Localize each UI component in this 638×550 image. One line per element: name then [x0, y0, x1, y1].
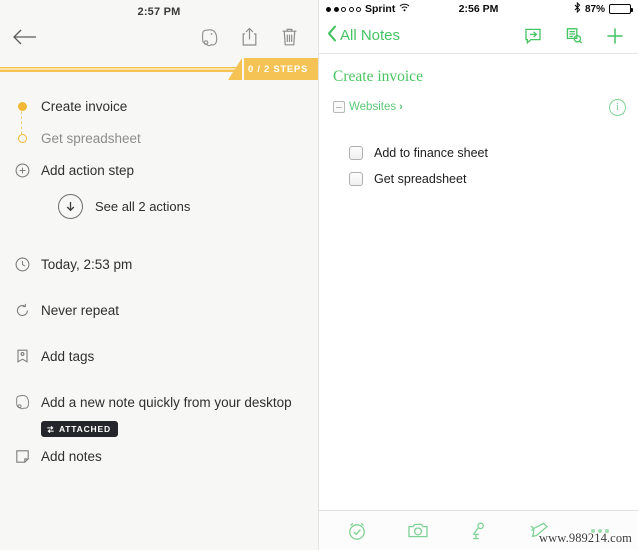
see-all-actions-button[interactable]: See all 2 actions — [0, 186, 318, 226]
checklist-item-label: Get spreadsheet — [374, 172, 467, 186]
steps-list: Create invoice Get spreadsheet Add actio… — [0, 80, 318, 186]
repeat-row[interactable]: Never repeat — [0, 294, 318, 326]
reminder-date-label: Today, 2:53 pm — [41, 256, 133, 272]
watermark: www.989214.com — [539, 531, 632, 545]
info-icon[interactable]: i — [609, 98, 626, 116]
camera-icon[interactable] — [405, 518, 431, 544]
step-row-create-invoice[interactable]: Create invoice — [0, 90, 318, 122]
chevron-right-icon[interactable]: › — [399, 101, 403, 113]
step-label: Create invoice — [41, 98, 128, 114]
evernote-elephant-icon — [12, 394, 32, 410]
back-to-all-notes-label: All Notes — [340, 27, 401, 44]
evernote-elephant-icon[interactable] — [198, 25, 220, 49]
add-notes-label: Add notes — [41, 448, 102, 464]
desktop-clock: 2:57 PM — [137, 6, 181, 18]
repeat-icon — [12, 303, 32, 318]
checklist-item-label: Add to finance sheet — [374, 146, 488, 160]
checkbox-unchecked-icon[interactable] — [349, 146, 363, 160]
list-item[interactable]: Get spreadsheet — [319, 166, 638, 192]
arrow-down-circle-icon — [58, 193, 83, 219]
microphone-icon[interactable] — [465, 518, 491, 544]
add-tags-row[interactable]: Add tags — [0, 340, 318, 372]
wifi-icon — [399, 3, 410, 15]
attached-badge-label: ATTACHED — [59, 424, 111, 434]
sync-icon — [47, 425, 54, 433]
share-icon[interactable] — [238, 25, 260, 49]
tag-icon — [12, 348, 32, 364]
plus-icon[interactable] — [604, 25, 626, 47]
back-arrow-icon[interactable] — [10, 22, 40, 52]
back-to-all-notes-button[interactable]: All Notes — [327, 25, 400, 47]
battery-percent-label: 87% — [584, 3, 605, 15]
desktop-toolbar — [0, 18, 318, 56]
notebook-icon — [333, 101, 345, 113]
desktop-reminder-panel: 2:57 PM 0 / 2 STEPS Create invoice Get s… — [0, 0, 319, 550]
list-item[interactable]: Add to finance sheet — [319, 140, 638, 166]
status-badge[interactable]: ATTACHED — [41, 421, 118, 437]
ios-nav-bar: All Notes — [319, 18, 638, 54]
screenshot-root: 2:57 PM 0 / 2 STEPS Create invoice Get s… — [0, 0, 638, 550]
progress-ribbon: 0 / 2 STEPS — [0, 58, 318, 80]
ios-status-bar: Sprint 2:56 PM 87% — [319, 0, 638, 18]
battery-icon — [609, 4, 633, 14]
add-action-step-label: Add action step — [41, 162, 135, 178]
attached-badge-row: ATTACHED — [0, 418, 318, 440]
see-all-actions-label: See all 2 actions — [95, 198, 191, 214]
attached-note-row[interactable]: Add a new note quickly from your desktop — [0, 386, 318, 418]
note-title[interactable]: Create invoice — [319, 54, 638, 96]
add-action-step-row[interactable]: Add action step — [0, 154, 318, 186]
status-bar-right: 87% — [574, 1, 633, 16]
iphone-evernote-panel: Sprint 2:56 PM 87% All Notes Create invo… — [319, 0, 638, 550]
bluetooth-icon — [574, 1, 581, 16]
plus-circle-icon — [12, 163, 32, 178]
trash-icon[interactable] — [278, 25, 300, 49]
desktop-toolbar-actions — [198, 25, 300, 49]
attached-note-label: Add a new note quickly from your desktop — [41, 394, 292, 410]
ios-nav-actions — [522, 25, 626, 47]
steps-counter-label: 0 / 2 STEPS — [244, 58, 318, 80]
step-row-get-spreadsheet[interactable]: Get spreadsheet — [0, 122, 318, 154]
note-icon — [12, 449, 32, 464]
ribbon-tail — [228, 58, 242, 80]
reminder-date-row[interactable]: Today, 2:53 pm — [0, 248, 318, 280]
reminder-alarm-icon[interactable] — [344, 518, 370, 544]
status-bar-left: Sprint — [326, 3, 410, 15]
notebook-label[interactable]: Websites — [349, 101, 396, 113]
notebook-row: Websites › i — [319, 96, 638, 118]
carrier-label: Sprint — [365, 3, 396, 15]
search-document-icon[interactable] — [563, 25, 585, 47]
signal-strength-icon — [326, 6, 361, 12]
progress-bar-track — [0, 67, 236, 72]
chevron-left-icon — [327, 25, 337, 47]
clock-icon — [12, 257, 32, 272]
add-notes-row[interactable]: Add notes — [0, 440, 318, 472]
share-arrow-icon[interactable] — [522, 25, 544, 47]
repeat-label: Never repeat — [41, 302, 120, 318]
step-label: Get spreadsheet — [41, 130, 141, 146]
checkbox-unchecked-icon[interactable] — [349, 172, 363, 186]
add-tags-label: Add tags — [41, 348, 95, 364]
step-bullet-filled-icon — [12, 101, 32, 111]
note-checklist: Add to finance sheet Get spreadsheet — [319, 118, 638, 192]
step-bullet-hollow-icon — [12, 133, 32, 143]
